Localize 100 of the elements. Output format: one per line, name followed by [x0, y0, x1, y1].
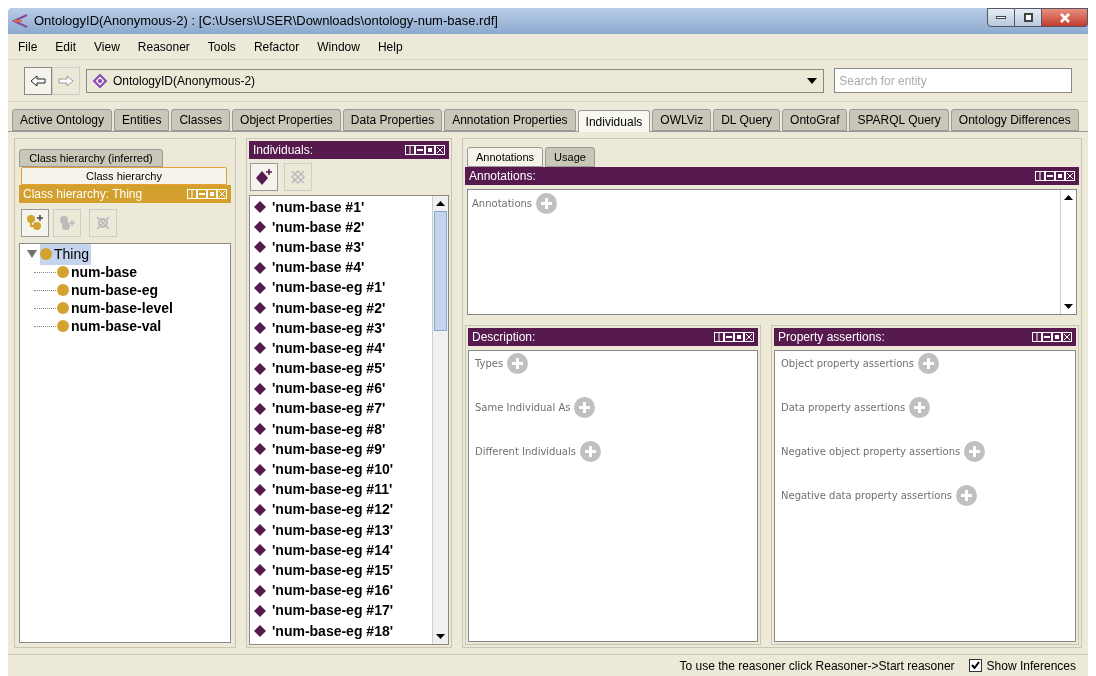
individual-item[interactable]: 'num-base-eg #7': [272, 398, 386, 420]
add-subclass-button[interactable]: [21, 209, 49, 237]
tab[interactable]: OWLViz: [652, 109, 712, 131]
tab[interactable]: Active Ontology: [12, 109, 113, 131]
view-controls-icon[interactable]: [1035, 171, 1075, 181]
individual-item[interactable]: 'num-base-eg #18': [272, 620, 394, 642]
scrollbar[interactable]: [1060, 190, 1076, 314]
tab[interactable]: Entities: [114, 109, 170, 131]
individual-item[interactable]: 'num-base-eg #17': [272, 600, 394, 622]
class-icon: [57, 320, 69, 332]
class-icon: [40, 248, 52, 260]
individual-item[interactable]: 'num-base-eg #8': [272, 418, 386, 440]
window-title: OntologyID(Anonymous-2) : [C:\Users\USER\Downloads\ontology-num-base.rdf]: [34, 12, 498, 31]
minimize-button[interactable]: [987, 8, 1015, 27]
tab[interactable]: SPARQL Query: [849, 109, 949, 131]
view-controls-icon[interactable]: [405, 145, 445, 155]
back-button[interactable]: [24, 66, 52, 95]
individual-item[interactable]: 'num-base-eg #11': [272, 479, 393, 501]
add-individual-icon: [255, 168, 273, 186]
section-label: Data property assertions: [781, 401, 906, 415]
menu-item[interactable]: Refactor: [253, 37, 300, 56]
section-label: Different Individuals: [475, 445, 576, 459]
section-label: Object property assertions: [781, 357, 914, 371]
close-icon: [1059, 12, 1070, 23]
menu-item[interactable]: Help: [377, 37, 403, 56]
individual-icon: [254, 382, 266, 395]
panel-title: Class hierarchy: Thing: [23, 188, 143, 200]
individual-item[interactable]: 'num-base-eg #16': [272, 580, 394, 602]
individual-item[interactable]: 'num-base-eg #2': [272, 297, 386, 319]
hierarchy-tab[interactable]: Class hierarchy: [21, 167, 227, 185]
individual-item[interactable]: 'num-base-eg #3': [272, 317, 386, 339]
menu-item[interactable]: Tools: [207, 37, 236, 56]
ontology-icon: [93, 73, 107, 88]
individual-item[interactable]: 'num-base #1': [272, 196, 365, 218]
individual-icon: [254, 463, 266, 476]
individual-item[interactable]: 'num-base-eg #12': [272, 499, 394, 521]
menu-item[interactable]: Edit: [55, 37, 77, 56]
view-controls-icon[interactable]: [1032, 332, 1072, 342]
individual-item[interactable]: 'num-base-eg #13': [272, 519, 394, 541]
individual-item[interactable]: 'num-base-eg #5': [272, 358, 386, 380]
tab[interactable]: Ontology Differences: [950, 109, 1079, 131]
panel-title: Description:: [472, 331, 536, 343]
section-label: Types: [475, 357, 504, 371]
tab[interactable]: Annotations: [467, 147, 544, 167]
add-individual-button[interactable]: [250, 163, 278, 191]
app-logo-icon: [12, 14, 28, 28]
status-message: To use the reasoner click Reasoner->Start reasoner: [679, 657, 955, 675]
menu-item[interactable]: View: [94, 37, 120, 56]
checkbox-label: Show Inferences: [986, 657, 1076, 675]
close-button[interactable]: [1042, 8, 1088, 27]
individual-item[interactable]: 'num-base-eg #4': [272, 337, 386, 359]
individual-icon: [254, 281, 266, 294]
individual-item[interactable]: 'num-base-eg #14': [272, 539, 394, 561]
panel-title: Individuals:: [253, 144, 314, 156]
individual-item[interactable]: 'num-base-eg #1': [272, 277, 386, 299]
section-label: Same Individual As: [475, 401, 571, 415]
add-sibling-icon: [58, 214, 76, 232]
tab[interactable]: Object Properties: [232, 109, 341, 131]
tab[interactable]: Classes: [171, 109, 231, 131]
hierarchy-tab[interactable]: Class hierarchy (inferred): [19, 149, 163, 167]
individual-item[interactable]: 'num-base #2': [272, 216, 365, 238]
tab[interactable]: OntoGraf: [782, 109, 848, 131]
individual-item[interactable]: 'num-base-eg #9': [272, 438, 386, 460]
delete-icon: [95, 215, 111, 231]
individual-icon: [254, 342, 266, 355]
menu-item[interactable]: File: [18, 37, 38, 56]
individual-item[interactable]: 'num-base-eg #10': [272, 459, 394, 481]
restore-button[interactable]: [1015, 8, 1042, 27]
tab[interactable]: Individuals: [577, 110, 651, 132]
section-label: Negative data property assertions: [781, 489, 952, 503]
ontology-dropdown[interactable]: OntologyID(Anonymous-2): [86, 68, 825, 93]
individual-icon: [254, 524, 266, 537]
individual-item[interactable]: 'num-base-eg #6': [272, 378, 386, 400]
scrollbar[interactable]: [432, 196, 448, 644]
scroll-thumb[interactable]: [434, 211, 447, 331]
search-field[interactable]: Search for entity: [834, 68, 1072, 93]
individual-item[interactable]: 'num-base #3': [272, 236, 365, 258]
individual-item[interactable]: 'num-base #4': [272, 257, 365, 279]
menu-item[interactable]: Reasoner: [137, 37, 190, 56]
panel-title: Annotations:: [469, 170, 536, 182]
expanded-triangle-icon[interactable]: [26, 249, 38, 259]
class-tree-item[interactable]: Thing: [40, 243, 92, 265]
individual-icon: [254, 544, 266, 557]
individual-icon: [254, 322, 266, 335]
right-arrow-icon: [58, 74, 74, 87]
tab[interactable]: Usage: [545, 147, 595, 167]
tab[interactable]: Annotation Properties: [444, 109, 576, 131]
view-controls-icon[interactable]: [714, 332, 754, 342]
menu-item[interactable]: Window: [317, 37, 360, 56]
tab[interactable]: DL Query: [713, 109, 781, 131]
individual-item[interactable]: 'num-base-eg #15': [272, 559, 394, 581]
show-inferences-checkbox[interactable]: [968, 659, 982, 672]
individual-icon: [254, 443, 266, 456]
individual-icon: [254, 402, 266, 415]
individual-icon: [254, 604, 266, 617]
tab[interactable]: Data Properties: [342, 109, 443, 131]
add-subclass-icon: [26, 214, 44, 232]
ontology-name: OntologyID(Anonymous-2): [113, 72, 256, 90]
individual-icon: [254, 221, 266, 234]
individual-icon: [254, 625, 266, 638]
